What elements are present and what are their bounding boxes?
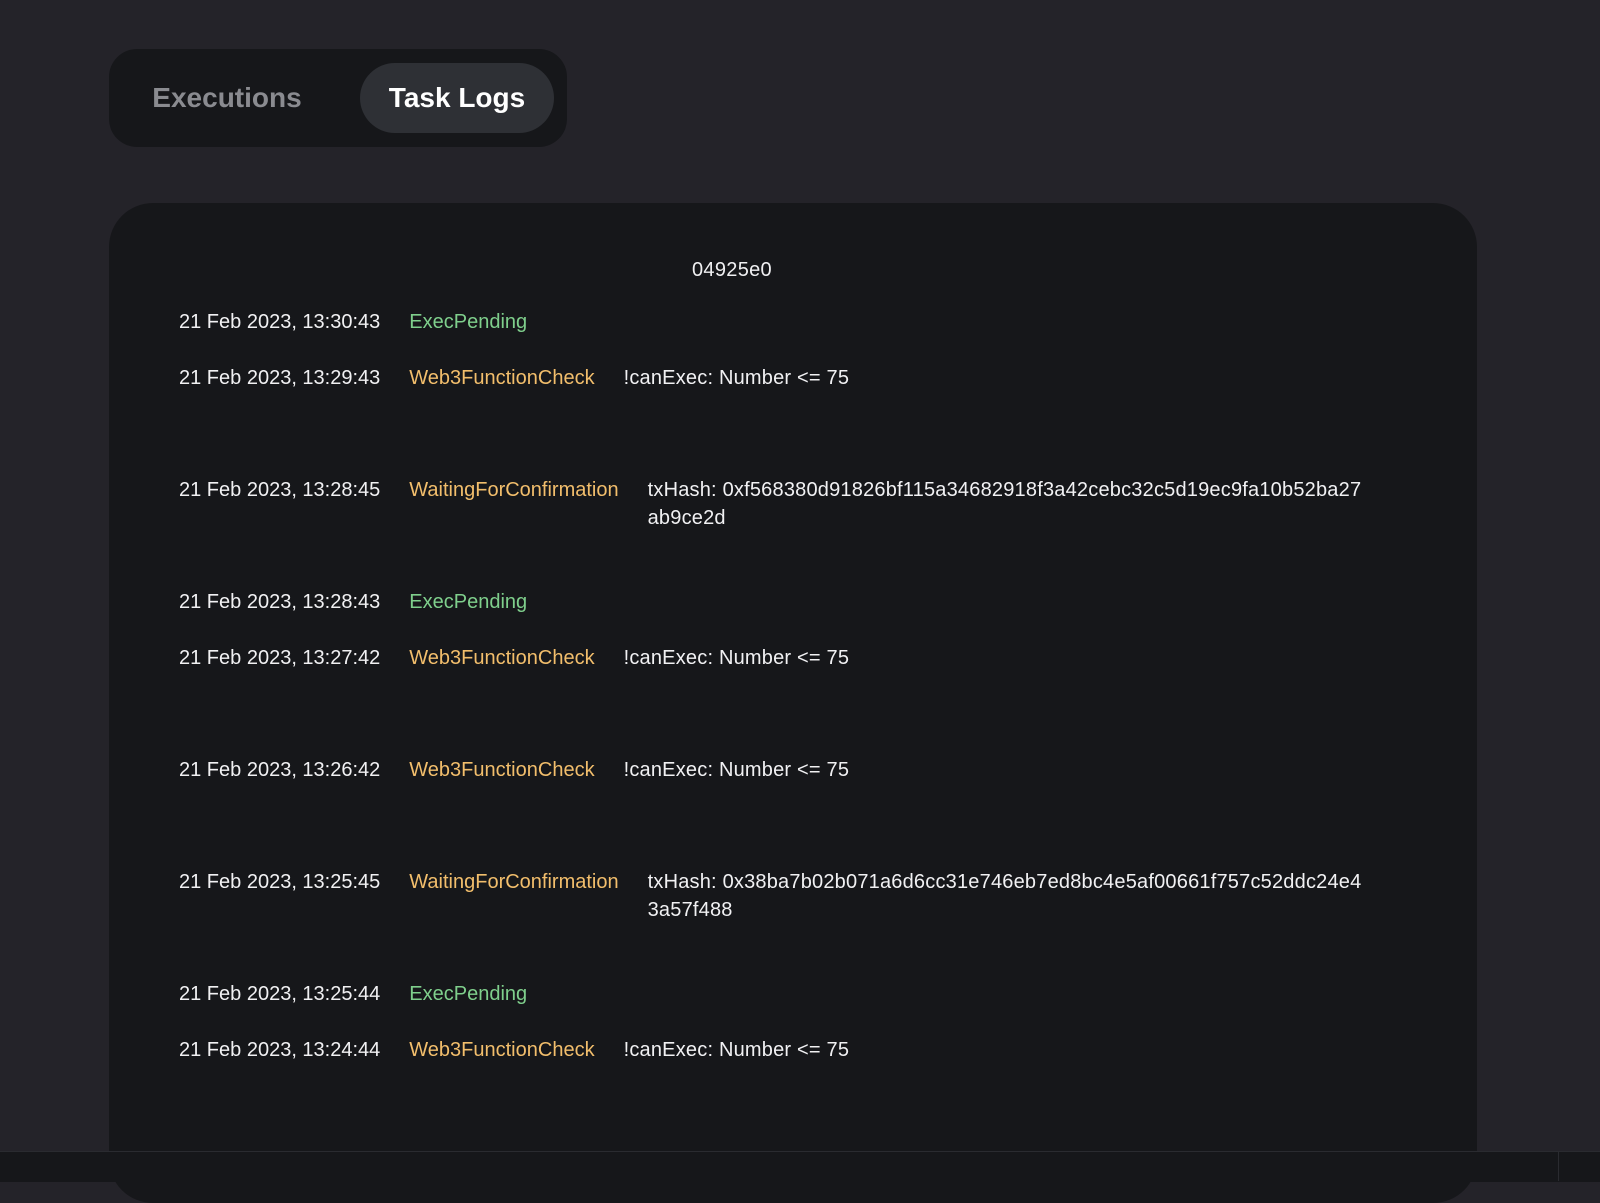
log-timestamp: 21 Feb 2023, 13:28:45 (179, 479, 381, 501)
log-row: 21 Feb 2023, 13:28:43 ExecPending (179, 588, 1419, 644)
log-row: 21 Feb 2023, 13:27:42 Web3FunctionCheck … (179, 644, 1419, 756)
log-timestamp: 21 Feb 2023, 13:25:44 (179, 983, 381, 1005)
log-row: 21 Feb 2023, 13:25:45 WaitingForConfirma… (179, 868, 1419, 980)
log-status: WaitingForConfirmation (409, 479, 619, 501)
task-logs-panel: 04925e0 21 Feb 2023, 13:30:43 ExecPendin… (109, 203, 1477, 1203)
log-list: 21 Feb 2023, 13:30:43 ExecPending 21 Feb… (179, 308, 1419, 1092)
log-row: 21 Feb 2023, 13:25:44 ExecPending (179, 980, 1419, 1036)
log-status: ExecPending (409, 311, 528, 333)
log-row: 21 Feb 2023, 13:30:43 ExecPending (179, 308, 1419, 364)
view-tabs: Executions Task Logs (109, 49, 567, 147)
log-timestamp: 21 Feb 2023, 13:25:45 (179, 871, 381, 893)
log-message: !canExec: Number <= 75 (623, 647, 850, 669)
log-timestamp: 21 Feb 2023, 13:24:44 (179, 1039, 381, 1061)
bottom-divider (1558, 1151, 1559, 1181)
log-timestamp: 21 Feb 2023, 13:29:43 (179, 367, 381, 389)
log-timestamp: 21 Feb 2023, 13:30:43 (179, 311, 381, 333)
log-message: txHash: 0x38ba7b02b071a6d6cc31e746eb7ed8… (647, 871, 1362, 921)
log-status: Web3FunctionCheck (409, 647, 595, 669)
log-timestamp: 21 Feb 2023, 13:28:43 (179, 591, 381, 613)
log-message: txHash: 0xf568380d91826bf115a34682918f3a… (647, 479, 1362, 529)
log-status: Web3FunctionCheck (409, 759, 595, 781)
log-message: !canExec: Number <= 75 (623, 759, 850, 781)
log-row: 21 Feb 2023, 13:26:42 Web3FunctionCheck … (179, 756, 1419, 868)
log-message: !canExec: Number <= 75 (623, 367, 850, 389)
log-row: 21 Feb 2023, 13:28:45 WaitingForConfirma… (179, 476, 1419, 588)
log-timestamp: 21 Feb 2023, 13:26:42 (179, 759, 381, 781)
tab-executions[interactable]: Executions (129, 63, 325, 133)
tab-task-logs[interactable]: Task Logs (360, 63, 554, 133)
log-status: ExecPending (409, 591, 528, 613)
log-message: !canExec: Number <= 75 (623, 1039, 850, 1061)
log-status: WaitingForConfirmation (409, 871, 619, 893)
log-row: 21 Feb 2023, 13:29:43 Web3FunctionCheck … (179, 364, 1419, 476)
log-status: Web3FunctionCheck (409, 1039, 595, 1061)
log-status: ExecPending (409, 983, 528, 1005)
log-row: 21 Feb 2023, 13:24:44 Web3FunctionCheck … (179, 1036, 1419, 1092)
log-status: Web3FunctionCheck (409, 367, 595, 389)
bottom-bar (0, 1151, 1600, 1182)
execution-id: 04925e0 (692, 259, 772, 281)
log-timestamp: 21 Feb 2023, 13:27:42 (179, 647, 381, 669)
